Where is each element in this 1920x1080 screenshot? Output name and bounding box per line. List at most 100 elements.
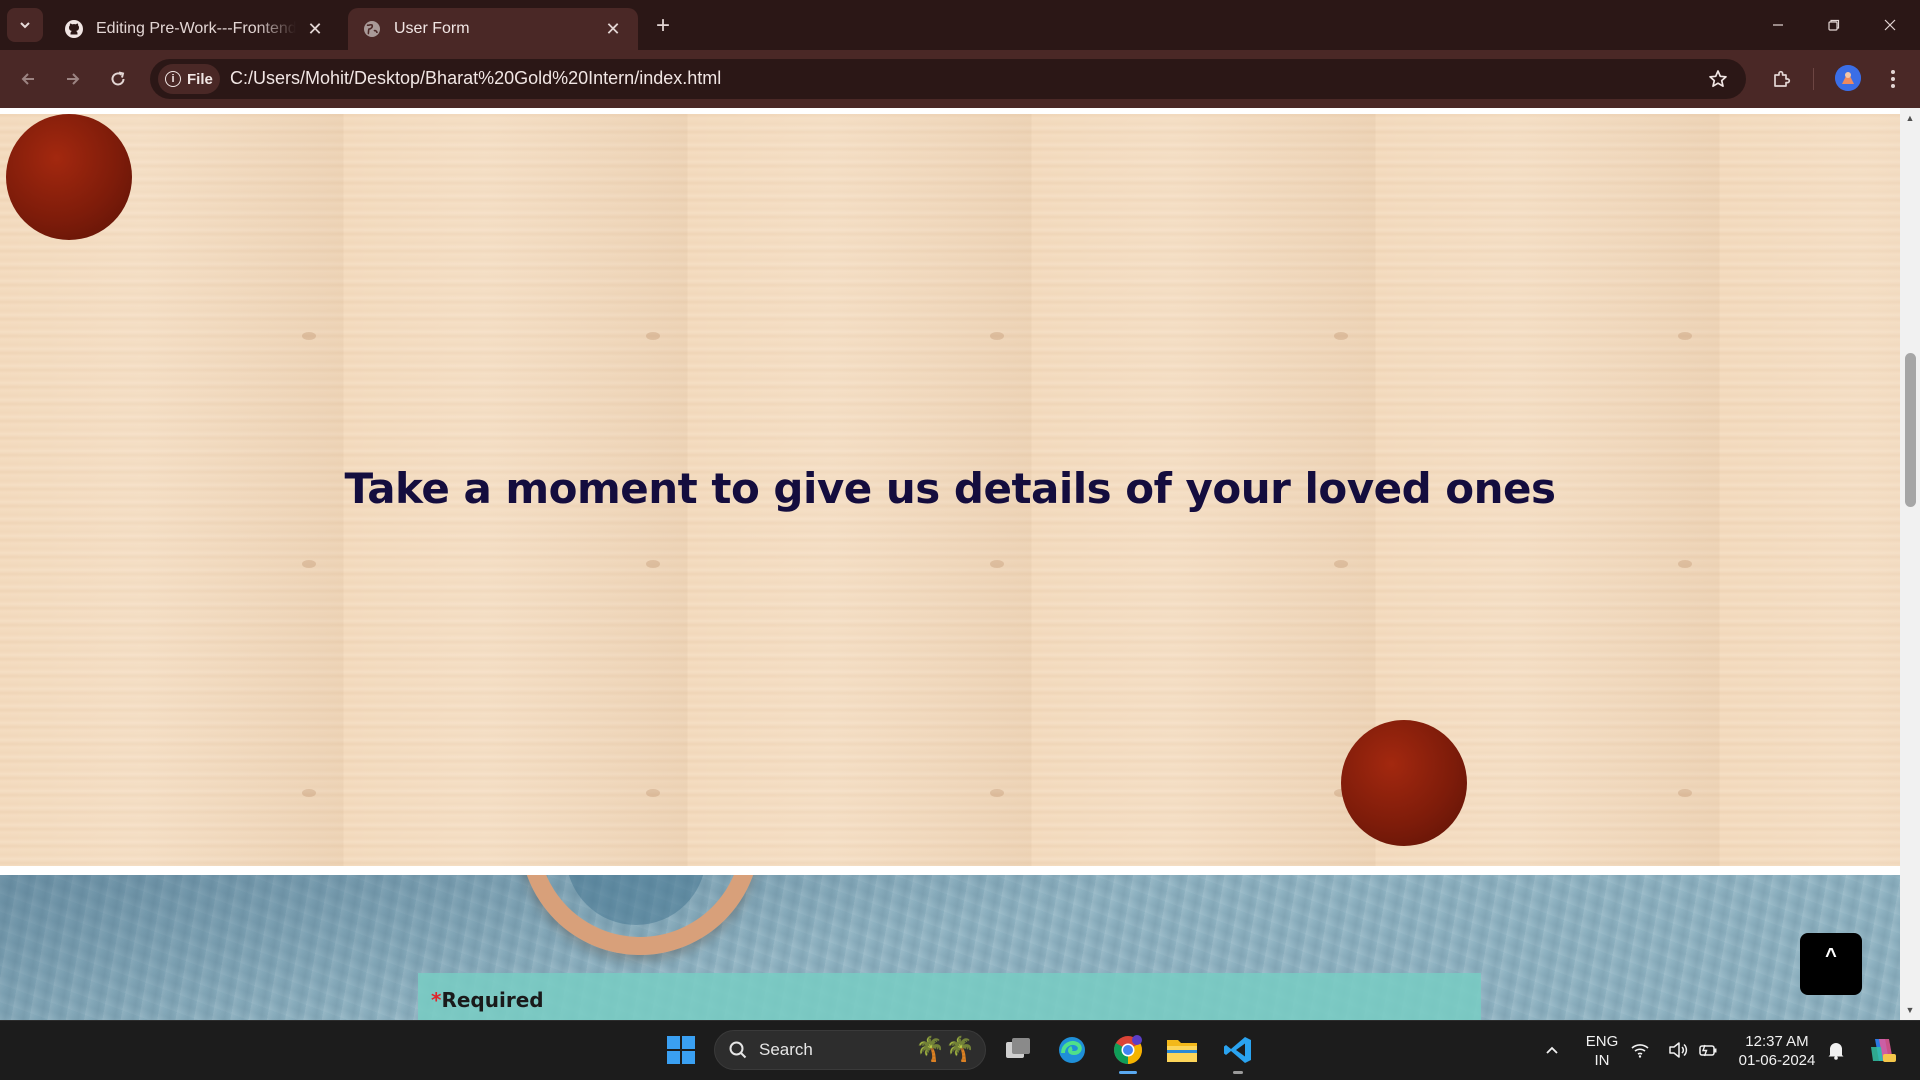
copilot-icon [1871,1039,1896,1062]
tab-search-button[interactable] [7,8,43,42]
minimize-icon [1773,24,1783,26]
decorative-ball-bottom-right [1341,720,1467,846]
task-view-icon [1006,1038,1030,1058]
back-button[interactable] [13,64,43,94]
wifi-status[interactable] [1628,1030,1652,1070]
avatar-icon [1835,65,1861,91]
form-section: *Required [0,875,1900,1020]
bookmark-star-button[interactable] [1703,64,1733,94]
required-asterisk: * [431,988,442,1012]
volume-status[interactable] [1666,1030,1690,1070]
tab-github[interactable]: Editing Pre-Work---Frontend-D ✕ [50,8,340,50]
show-hidden-icons-button[interactable] [1532,1030,1572,1070]
caret-up-icon: ^ [1825,945,1837,967]
wood-knot [990,332,1004,340]
vertical-scrollbar[interactable]: ▲ ▼ [1900,108,1920,1020]
arrow-right-icon [67,73,80,85]
wood-knot [1678,789,1692,797]
extensions-button[interactable] [1766,64,1796,94]
wood-knot [1334,560,1348,568]
profile-avatar[interactable] [1835,65,1861,91]
edge-icon [1059,1037,1085,1063]
vscode-button[interactable] [1218,1030,1258,1070]
wood-knot [1334,332,1348,340]
scrollbar-thumb[interactable] [1905,353,1916,507]
decorative-ball-top-left [6,114,132,240]
bell-icon [1828,1043,1844,1060]
search-label: Search [759,1040,813,1059]
wood-knot [990,789,1004,797]
chevron-up-icon [1546,1046,1558,1054]
close-window-button[interactable] [1862,0,1918,50]
language-indicator[interactable]: ENG IN [1580,1032,1624,1070]
puzzle-icon [1774,70,1791,87]
wood-knot [1678,332,1692,340]
edge-button[interactable] [1052,1030,1092,1070]
site-info-chip[interactable]: i File [158,64,220,94]
url-text[interactable]: C:/Users/Mohit/Desktop/Bharat%20Gold%20I… [230,68,721,89]
reload-icon [111,71,125,86]
battery-status[interactable] [1696,1030,1720,1070]
github-icon [64,19,84,39]
tab-title: Editing Pre-Work---Frontend-D [96,20,296,37]
scroll-up-arrow-icon[interactable]: ▲ [1900,110,1920,126]
chrome-icon [1114,1035,1142,1064]
wood-knot [1678,560,1692,568]
globe-icon [362,19,382,39]
clock-date: 01-06-2024 [1738,1052,1816,1069]
info-icon: i [165,71,181,87]
wood-knot [302,560,316,568]
language-line2: IN [1594,1052,1610,1069]
clock[interactable]: 12:37 AM 01-06-2024 [1736,1032,1818,1070]
new-tab-button[interactable]: + [648,11,678,41]
wood-knot [302,332,316,340]
site-info-label: File [187,70,213,88]
wood-knot [646,560,660,568]
scroll-down-arrow-icon[interactable]: ▼ [1900,1002,1920,1018]
start-button[interactable] [661,1030,701,1070]
wood-hero-section: Take a moment to give us details of your… [0,114,1900,866]
minimize-button[interactable] [1750,0,1806,50]
close-tab-icon[interactable]: ✕ [304,18,326,40]
vscode-open-indicator [1233,1071,1243,1074]
plus-icon: + [655,12,670,39]
copilot-button[interactable] [1862,1030,1902,1070]
wifi-icon [1631,1044,1649,1058]
wood-knot [646,789,660,797]
wood-knot [990,560,1004,568]
close-tab-icon[interactable]: ✕ [602,18,624,40]
required-label: Required [441,988,544,1012]
form-header-bar [418,973,1481,1020]
start-icon [667,1036,695,1064]
wood-knot [646,332,660,340]
browser-menu-button[interactable] [1880,64,1906,94]
task-view-button[interactable] [998,1030,1038,1070]
file-explorer-button[interactable] [1162,1030,1202,1070]
page-viewport: Take a moment to give us details of your… [0,108,1920,1020]
tab-title: User Form [394,20,470,37]
vscode-icon [1224,1037,1251,1063]
arrow-left-icon [21,73,34,85]
taskbar-search[interactable]: Search 🌴🌴 [714,1030,986,1070]
chevron-down-icon [20,22,30,29]
search-icon [729,1041,747,1059]
star-icon [1709,70,1727,88]
required-note: *Required [431,988,544,1012]
battery-icon [1699,1044,1717,1057]
close-icon [1884,19,1896,31]
language-line1: ENG [1585,1033,1619,1050]
restore-icon [1828,19,1840,31]
restore-button[interactable] [1806,0,1862,50]
tab-user-form[interactable]: User Form ✕ [348,8,638,50]
wood-knot [302,789,316,797]
toolbar-divider [1813,68,1814,90]
forward-button[interactable] [58,64,88,94]
reload-button[interactable] [103,64,133,94]
palm-tree-icon: 🌴🌴 [915,1036,975,1063]
page-headline: Take a moment to give us details of your… [344,464,1556,513]
notifications-button[interactable] [1824,1030,1848,1070]
back-to-top-button[interactable]: ^ [1800,933,1862,995]
clock-time: 12:37 AM [1745,1033,1809,1050]
file-explorer-icon [1167,1040,1197,1062]
chrome-button[interactable] [1108,1030,1148,1070]
